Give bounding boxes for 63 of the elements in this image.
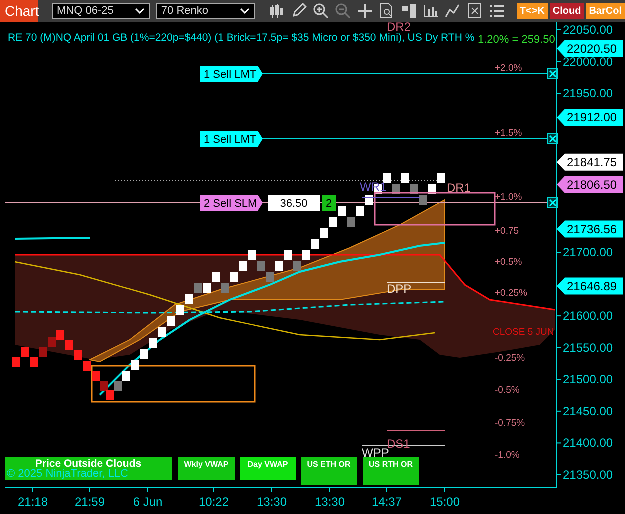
order-label[interactable]: 1 Sell LMT [200,131,263,147]
bar-type-dropdown[interactable]: 70 Renko [156,3,255,19]
time-axis-label: 21:18 [18,495,48,509]
time-axis-label: 14:37 [372,495,402,509]
close-label: CLOSE 5 JUN [493,327,554,338]
time-axis-label: 13:30 [256,495,288,509]
percent-level-label: +1.0% [495,192,522,203]
chart-header: RE 70 (M)NQ April 01 GB (1%=220p=$440) (1 Brick=17.5p= $35 Micro or $350 Mini), US Dy RTH % [8,32,475,44]
price-axis-label: 22050.00 [563,23,614,37]
line-chart-icon[interactable] [444,3,461,19]
percent-level-label: -0.75% [495,418,526,429]
cancel-order-icon[interactable] [548,68,558,80]
bar-chart-icon[interactable] [422,3,439,19]
price-axis-label: 21550.00 [563,340,614,355]
time-axis-label: 15:00 [430,495,460,509]
percent-level-label: -0.5% [495,385,520,396]
candlestick-icon[interactable] [268,3,285,19]
zoom-in-icon[interactable] [312,3,329,19]
percent-level-label: +0.25% [495,288,528,299]
cancel-order-icon[interactable] [548,198,558,208]
time-axis-label: 10:22 [198,495,230,509]
price-axis-label: 22000.00 [563,54,614,69]
time-axis-label: 6 Jun [133,495,163,509]
percent-level-label: +1.5% [495,128,522,139]
percent-level-label: -1.0% [495,450,520,461]
document-search-icon[interactable] [378,3,395,19]
percent-level-label: +0.5% [495,257,522,268]
calculator-icon[interactable] [466,3,483,19]
price-axis-label: 21600.00 [563,309,614,324]
percent-readout: 1.20% = 259.50 [478,34,556,46]
order-quantity[interactable]: 2 [322,195,336,211]
zoom-out-icon[interactable] [334,3,351,19]
instrument-dropdown[interactable]: MNQ 06-25 [52,3,150,19]
price-axis-label: 21400.00 [563,436,614,450]
caret-icon[interactable] [240,8,250,14]
pivot-label: DR2 [387,22,412,34]
crosshair-icon[interactable] [356,3,373,19]
pivot-label: WPP [362,446,390,460]
order-label[interactable]: 1 Sell LMT [200,66,263,82]
pivot-line [386,282,446,284]
price-axis-label: 21450.00 [563,404,614,418]
list-icon[interactable] [488,3,505,19]
price-axis-label: 21500.00 [563,372,614,387]
price-axis-label: 21350.00 [563,468,614,482]
toggle-button[interactable]: Cloud [550,3,584,19]
price-marker: 21912.00 [557,109,623,126]
pencil-icon[interactable] [290,3,307,19]
time-axis-label: 13:30 [314,495,346,509]
percent-level-label: +0.75 [495,226,520,237]
percent-level-label: +2.0% [495,63,522,74]
order-label[interactable]: 2 Sell SLM [200,195,263,211]
price-axis-label: 21700.00 [563,246,614,260]
price-axis-label: 21950.00 [563,86,614,101]
time-axis-label: 21:59 [74,495,106,509]
cancel-order-icon[interactable] [548,134,558,144]
pivot-line [386,430,446,432]
pivot-label: DR1 [447,181,472,195]
caret-icon[interactable] [135,8,146,14]
pivot-label: DPP [387,282,412,296]
order-price-field[interactable]: 36.50 [268,195,320,211]
percent-level-label: -0.25% [495,353,526,364]
data-box-icon[interactable] [400,3,417,19]
copyright-text: © 2025 NinjaTrader, LLC [7,468,128,480]
